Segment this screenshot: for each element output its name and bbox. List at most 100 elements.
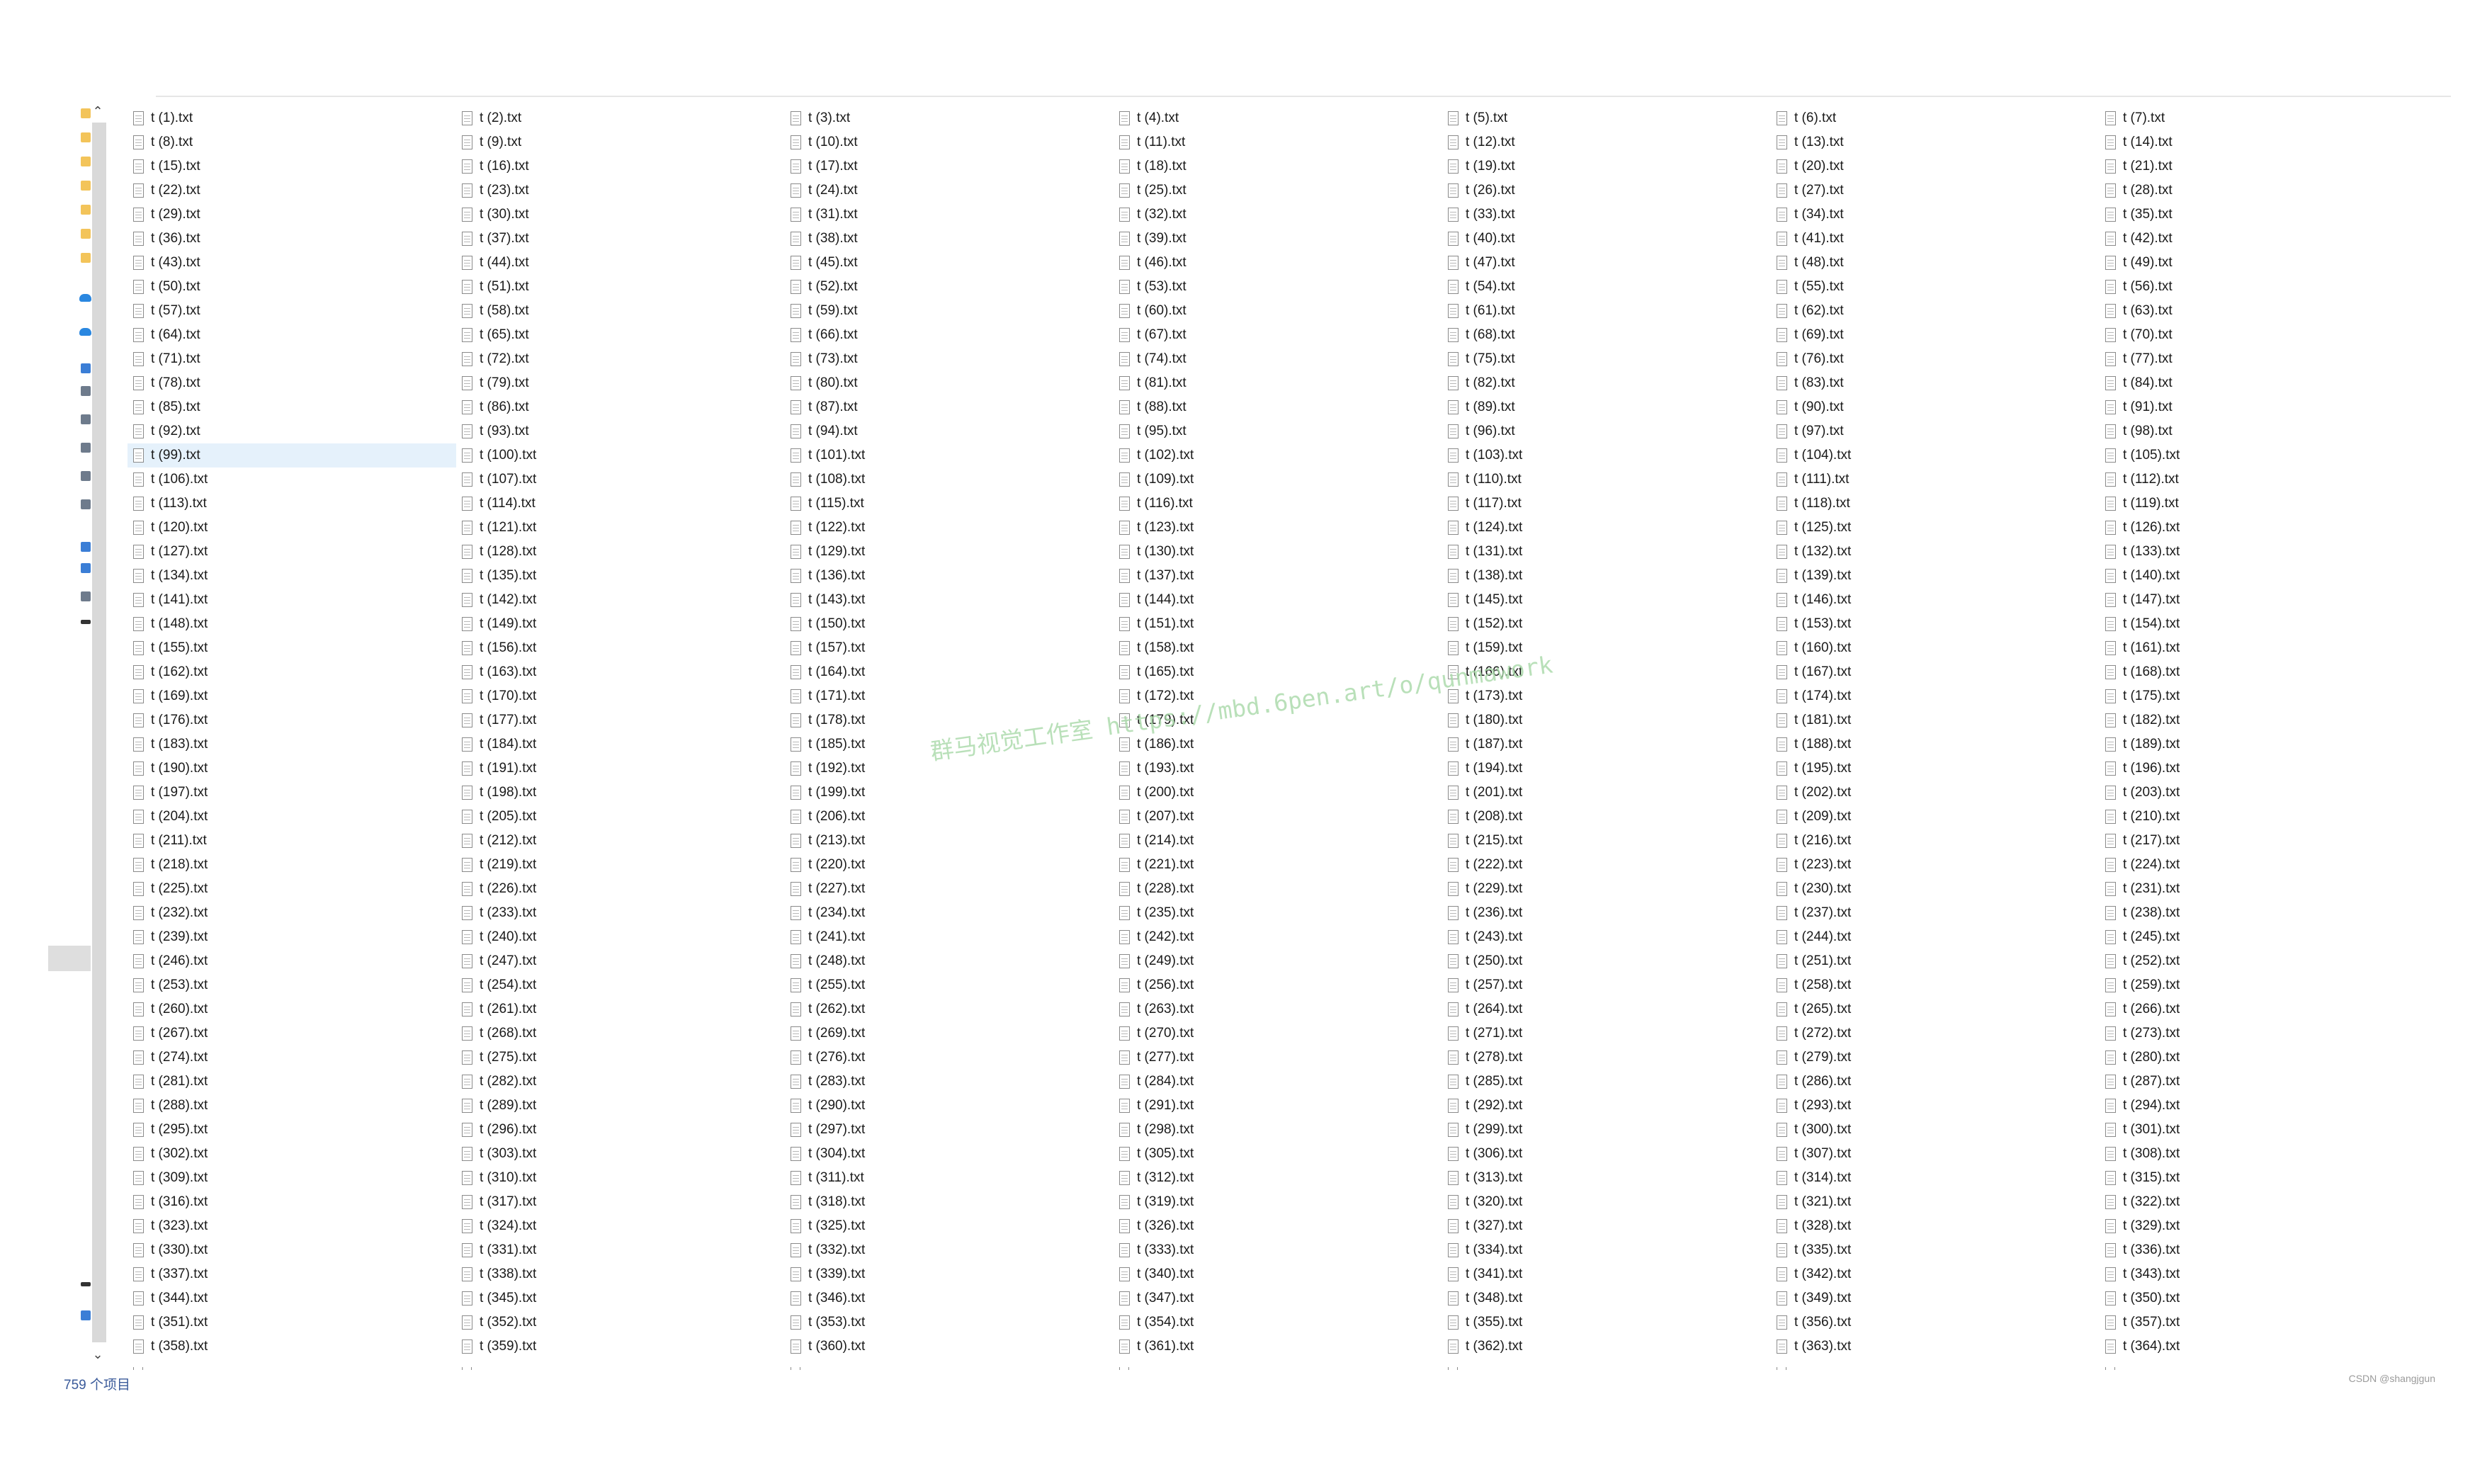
file-item[interactable]: t (161).txt — [2100, 636, 2428, 660]
file-item[interactable]: t (88).txt — [1114, 395, 1442, 419]
file-item[interactable]: t (50).txt — [128, 275, 456, 299]
file-item[interactable]: t (290).txt — [785, 1094, 1114, 1118]
file-item[interactable]: t (263).txt — [1114, 997, 1442, 1021]
file-item[interactable]: t (132).txt — [1771, 540, 2100, 564]
file-item[interactable]: t (22).txt — [128, 179, 456, 203]
file-item[interactable]: t (360).txt — [785, 1335, 1114, 1359]
file-item[interactable]: t (275).txt — [456, 1046, 785, 1070]
file-item[interactable]: t (196).txt — [2100, 757, 2428, 781]
file-item[interactable]: t (231).txt — [2100, 877, 2428, 901]
file-item[interactable]: t (353).txt — [785, 1310, 1114, 1335]
file-item[interactable]: t (47).txt — [1442, 251, 1771, 275]
file-item[interactable]: t (234).txt — [785, 901, 1114, 925]
file-item[interactable]: t (245).txt — [2100, 925, 2428, 949]
file-item[interactable]: t (8).txt — [128, 130, 456, 154]
file-item[interactable]: t (198).txt — [456, 781, 785, 805]
file-item[interactable]: t (75).txt — [1442, 347, 1771, 371]
file-item[interactable]: t (203).txt — [2100, 781, 2428, 805]
file-item[interactable]: t (142).txt — [456, 588, 785, 612]
file-item[interactable]: t (206).txt — [785, 805, 1114, 829]
file-item[interactable]: t (342).txt — [1771, 1262, 2100, 1286]
file-item[interactable]: t (334).txt — [1442, 1238, 1771, 1262]
file-item[interactable]: t (133).txt — [2100, 540, 2428, 564]
file-item[interactable]: t (5).txt — [1442, 106, 1771, 130]
file-item[interactable]: t (141).txt — [128, 588, 456, 612]
file-item[interactable]: t (221).txt — [1114, 853, 1442, 877]
file-item[interactable]: t (125).txt — [1771, 516, 2100, 540]
file-item[interactable]: t (64).txt — [128, 323, 456, 347]
file-item[interactable]: t (318).txt — [785, 1190, 1114, 1214]
file-item[interactable]: t (12).txt — [1442, 130, 1771, 154]
file-item[interactable]: t (319).txt — [1114, 1190, 1442, 1214]
file-item[interactable]: t (168).txt — [2100, 660, 2428, 684]
file-item[interactable]: t (95).txt — [1114, 419, 1442, 443]
file-item[interactable]: t (230).txt — [1771, 877, 2100, 901]
file-item[interactable]: t (32).txt — [1114, 203, 1442, 227]
file-item[interactable]: t (51).txt — [456, 275, 785, 299]
file-item[interactable]: t (243).txt — [1442, 925, 1771, 949]
file-item[interactable]: t (271).txt — [1442, 1021, 1771, 1046]
file-item[interactable]: t (212).txt — [456, 829, 785, 853]
file-item[interactable]: t (24).txt — [785, 179, 1114, 203]
file-item[interactable]: t (89).txt — [1442, 395, 1771, 419]
file-item[interactable]: t (84).txt — [2100, 371, 2428, 395]
file-item[interactable]: t (127).txt — [128, 540, 456, 564]
file-item[interactable]: t (129).txt — [785, 540, 1114, 564]
file-item[interactable]: t (71).txt — [128, 347, 456, 371]
cloud-icon[interactable] — [79, 294, 91, 302]
file-item[interactable]: t (283).txt — [785, 1070, 1114, 1094]
file-item[interactable]: t (134).txt — [128, 564, 456, 588]
file-item[interactable]: t (186).txt — [1114, 732, 1442, 757]
file-item[interactable]: t (232).txt — [128, 901, 456, 925]
folder-icon[interactable] — [81, 205, 91, 215]
file-item[interactable]: t (25).txt — [1114, 179, 1442, 203]
file-item[interactable]: t (93).txt — [456, 419, 785, 443]
file-item[interactable]: t (266).txt — [2100, 997, 2428, 1021]
file-item[interactable]: t (294).txt — [2100, 1094, 2428, 1118]
file-item[interactable]: t (287).txt — [2100, 1070, 2428, 1094]
file-item[interactable]: t (68).txt — [1442, 323, 1771, 347]
file-item[interactable]: t (208).txt — [1442, 805, 1771, 829]
file-item[interactable]: t (163).txt — [456, 660, 785, 684]
file-item[interactable]: t (143).txt — [785, 588, 1114, 612]
chevron-down-icon[interactable]: ⌄ — [89, 1346, 106, 1363]
file-item[interactable]: t (154).txt — [2100, 612, 2428, 636]
file-item[interactable]: t (352).txt — [456, 1310, 785, 1335]
file-item[interactable]: t (242).txt — [1114, 925, 1442, 949]
file-item[interactable]: t (268).txt — [456, 1021, 785, 1046]
file-item[interactable]: t (100).txt — [456, 443, 785, 468]
file-item[interactable]: t (45).txt — [785, 251, 1114, 275]
file-item[interactable]: t (9).txt — [456, 130, 785, 154]
file-item[interactable]: t (222).txt — [1442, 853, 1771, 877]
file-item[interactable]: t (174).txt — [1771, 684, 2100, 708]
file-item[interactable]: t (79).txt — [456, 371, 785, 395]
file-item[interactable]: t (274).txt — [128, 1046, 456, 1070]
file-item[interactable]: t (19).txt — [1442, 154, 1771, 179]
file-item[interactable]: t (258).txt — [1771, 973, 2100, 997]
network-icon[interactable] — [81, 1282, 91, 1286]
file-item[interactable]: t (66).txt — [785, 323, 1114, 347]
file-item[interactable]: t (314).txt — [1771, 1166, 2100, 1190]
file-item[interactable]: t (327).txt — [1442, 1214, 1771, 1238]
file-item[interactable]: t (123).txt — [1114, 516, 1442, 540]
file-list[interactable]: t (1).txt t (2).txt t (3).txt t (4).txt t (5… — [128, 106, 2423, 1359]
file-item[interactable]: t (320).txt — [1442, 1190, 1771, 1214]
file-item[interactable]: t (56).txt — [2100, 275, 2428, 299]
file-item[interactable]: t (177).txt — [456, 708, 785, 732]
file-item[interactable]: t (215).txt — [1442, 829, 1771, 853]
file-item[interactable]: t (281).txt — [128, 1070, 456, 1094]
file-item[interactable]: t (316).txt — [128, 1190, 456, 1214]
file-item[interactable]: t (337).txt — [128, 1262, 456, 1286]
file-item[interactable]: t (260).txt — [128, 997, 456, 1021]
file-item[interactable]: t (189).txt — [2100, 732, 2428, 757]
file-item[interactable]: t (72).txt — [456, 347, 785, 371]
file-item[interactable]: t (17).txt — [785, 154, 1114, 179]
file-item[interactable]: t (147).txt — [2100, 588, 2428, 612]
file-item[interactable]: t (310).txt — [456, 1166, 785, 1190]
file-item[interactable]: t (349).txt — [1771, 1286, 2100, 1310]
file-item[interactable]: t (155).txt — [128, 636, 456, 660]
file-item[interactable]: t (118).txt — [1771, 492, 2100, 516]
file-item[interactable]: t (187).txt — [1442, 732, 1771, 757]
file-item[interactable]: t (102).txt — [1114, 443, 1442, 468]
file-item[interactable]: t (247).txt — [456, 949, 785, 973]
